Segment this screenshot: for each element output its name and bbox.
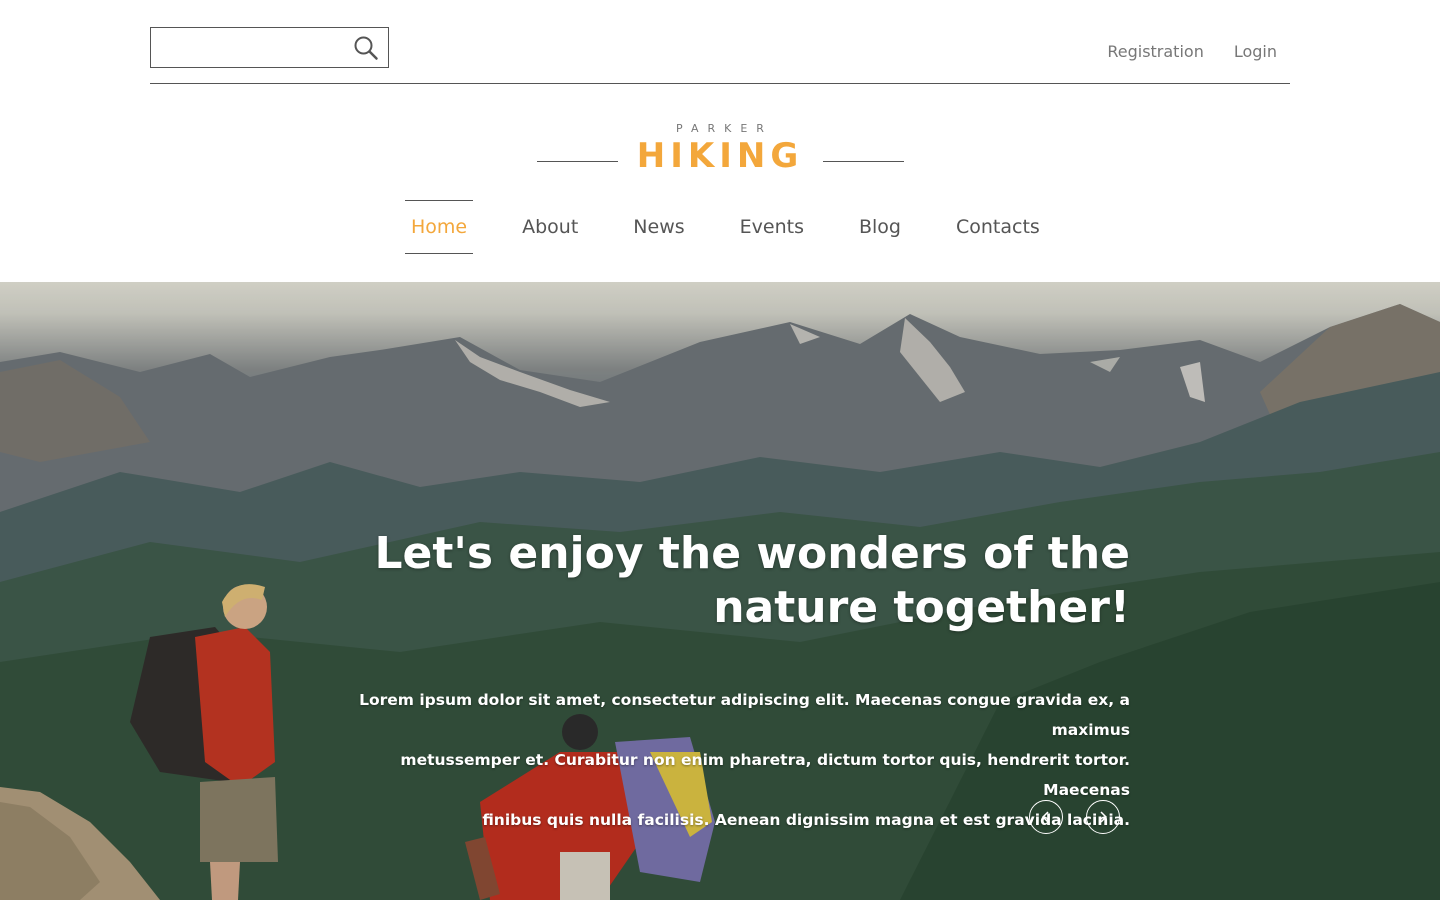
nav-item-events[interactable]: Events — [734, 200, 810, 254]
login-link[interactable]: Login — [1234, 42, 1277, 61]
hero-slider: Let's enjoy the wonders of the nature to… — [0, 282, 1440, 900]
chevron-left-icon — [1041, 811, 1049, 823]
nav-item-contacts[interactable]: Contacts — [950, 200, 1046, 254]
logo-subtitle: PARKER — [676, 122, 773, 135]
hero-description-line: Lorem ipsum dolor sit amet, consectetur … — [359, 691, 1130, 739]
search-box — [150, 27, 389, 68]
hero-title: Let's enjoy the wonders of the nature to… — [330, 527, 1130, 635]
hero-title-line: Let's enjoy the wonders of the — [374, 528, 1130, 579]
top-bar: Registration Login — [150, 0, 1290, 84]
hero-description: Lorem ipsum dolor sit amet, consectetur … — [330, 685, 1130, 835]
hero-description-line: metussemper et. Curabitur non enim phare… — [400, 751, 1130, 799]
nav-item-blog[interactable]: Blog — [853, 200, 907, 254]
chevron-right-icon — [1100, 811, 1108, 823]
registration-link[interactable]: Registration — [1107, 42, 1203, 61]
nav-item-about[interactable]: About — [516, 200, 584, 254]
hero-description-line: finibus quis nulla facilisis. Aenean dig… — [482, 811, 1130, 829]
search-icon[interactable] — [353, 35, 379, 61]
logo-title: HIKING — [636, 136, 804, 176]
logo-divider-right — [823, 161, 904, 162]
site-logo[interactable]: PARKER HIKING — [0, 118, 1440, 178]
auth-links: Registration Login — [1107, 42, 1277, 61]
hero-title-line: nature together! — [713, 582, 1130, 633]
slider-prev-button[interactable] — [1029, 800, 1063, 834]
nav-item-home[interactable]: Home — [405, 200, 474, 254]
slider-next-button[interactable] — [1086, 800, 1120, 834]
main-nav: Home About News Events Blog Contacts — [405, 200, 1046, 254]
search-input[interactable] — [159, 34, 343, 62]
nav-item-news[interactable]: News — [627, 200, 690, 254]
